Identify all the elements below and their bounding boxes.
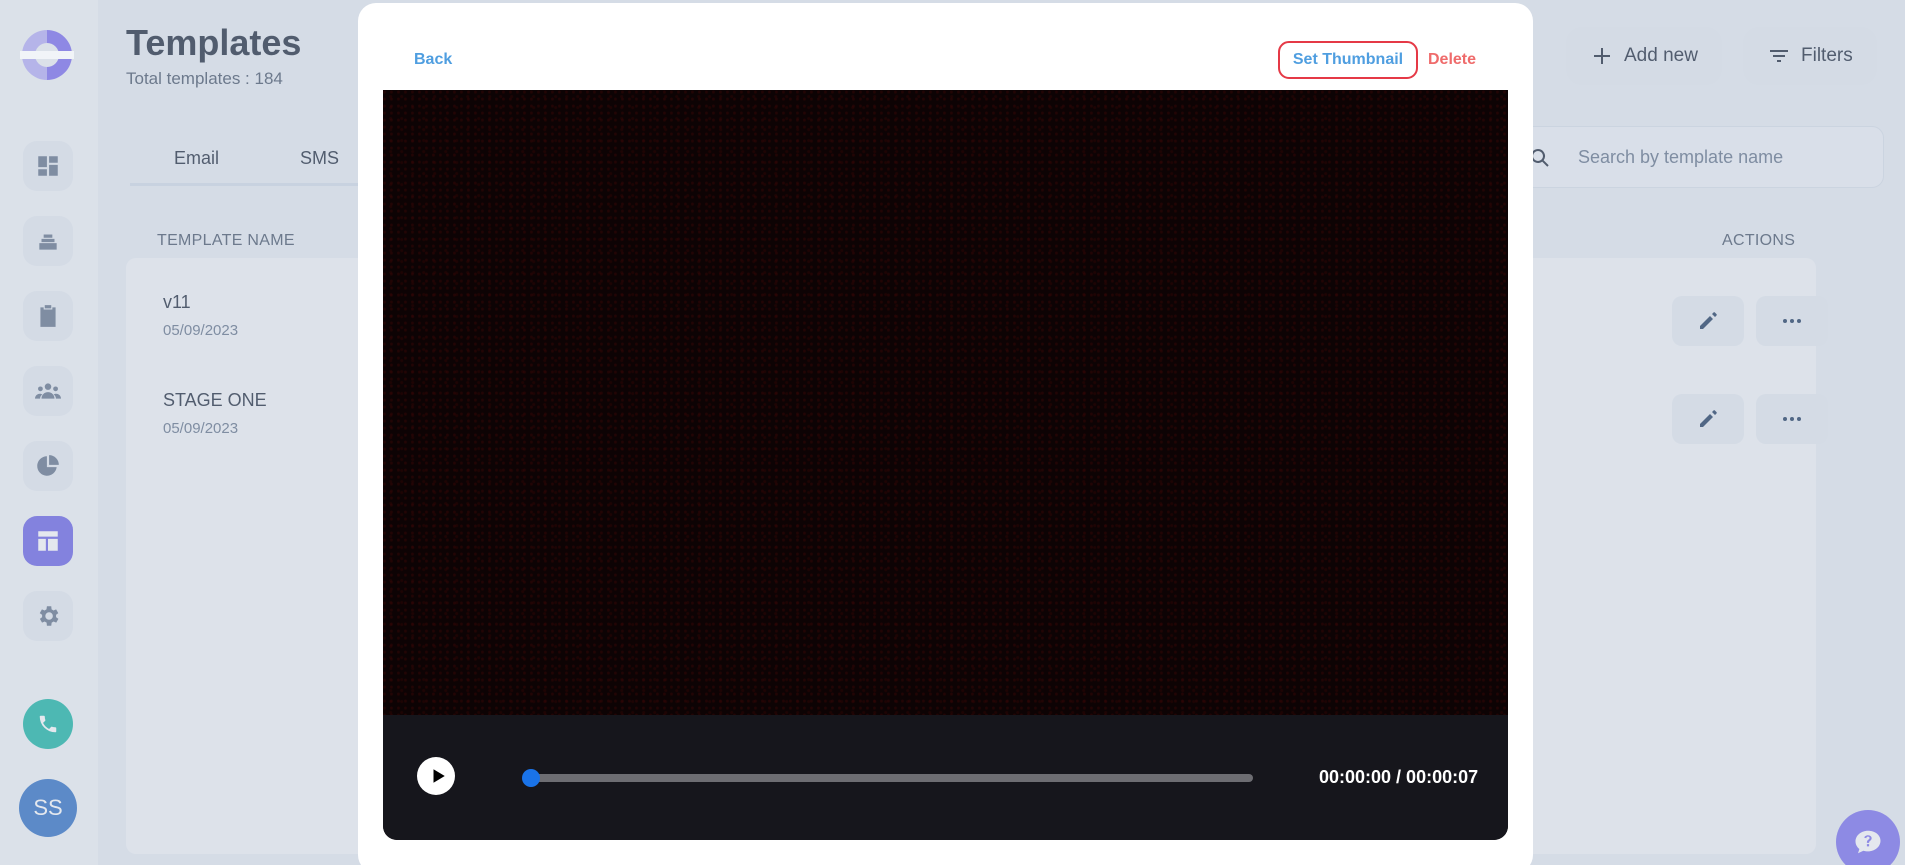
video-progress-bar[interactable] — [522, 769, 1253, 787]
video-time-display: 00:00:00 / 00:00:07 — [1319, 767, 1479, 787]
delete-button[interactable]: Delete — [1428, 51, 1476, 69]
play-icon — [433, 769, 445, 783]
play-button[interactable] — [417, 757, 455, 795]
video-controls: 00:00:00 / 00:00:07 — [383, 715, 1508, 840]
video-preview-modal: Back Set Thumbnail Delete 00:00:00 / 00:… — [358, 3, 1533, 865]
set-thumbnail-button[interactable]: Set Thumbnail — [1278, 41, 1418, 79]
video-player[interactable]: 00:00:00 / 00:00:07 — [383, 90, 1508, 840]
video-progress-knob[interactable] — [522, 769, 540, 787]
back-button[interactable]: Back — [414, 51, 452, 69]
